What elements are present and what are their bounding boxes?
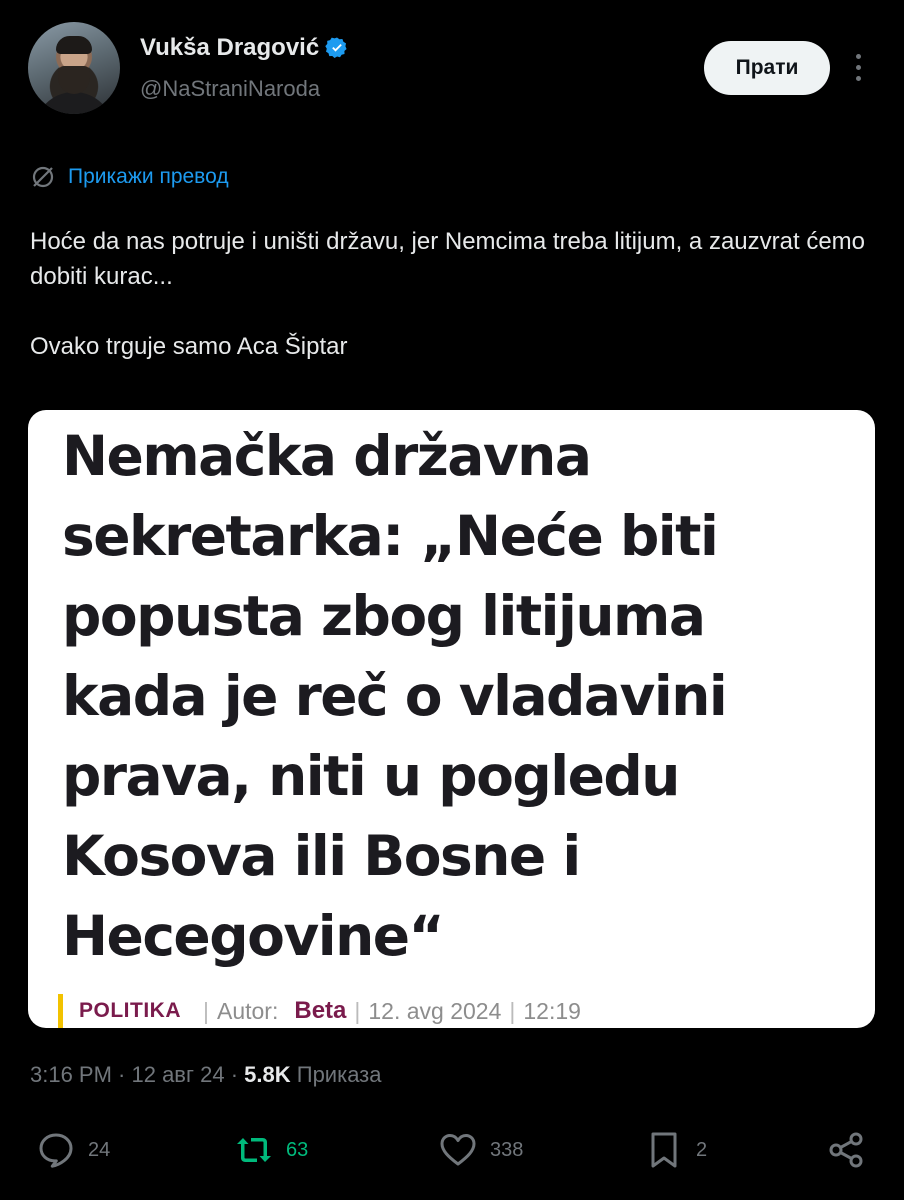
divider: | (509, 997, 516, 1024)
author-name[interactable]: Vukša Dragović (140, 34, 319, 62)
show-translation[interactable]: Прикажи превод (30, 164, 229, 190)
author-name-row[interactable]: Vukša Dragović (140, 34, 349, 62)
attached-image[interactable]: Nemačka državna sekretarka: „Neće biti p… (28, 410, 875, 1028)
section-marker (58, 994, 63, 1028)
avatar[interactable] (28, 22, 120, 114)
action-bar: 24 63 338 2 (0, 1130, 904, 1190)
tweet-timestamp: 3:16 PM · 12 авг 24 · 5.8K Приказа (30, 1062, 382, 1088)
article-author: Beta (294, 997, 347, 1024)
show-translation-link[interactable]: Прикажи превод (68, 165, 229, 189)
reply-button[interactable]: 24 (36, 1130, 110, 1170)
share-button[interactable] (826, 1130, 866, 1170)
article-time: 12:19 (523, 997, 581, 1024)
more-options-icon[interactable] (846, 50, 870, 86)
repost-icon (237, 1138, 271, 1162)
tweet-text: Hoće da nas potruje i uništi državu, jer… (30, 224, 870, 364)
views-count: 5.8K (244, 1062, 291, 1087)
divider: | (203, 997, 209, 1024)
verified-badge-icon (325, 37, 347, 58)
article-meta: POLITIKA | Autor: Beta | 12. avg 2024 | … (58, 994, 581, 1028)
divider: | (354, 997, 361, 1024)
reply-icon (39, 1133, 73, 1168)
share-icon (829, 1132, 863, 1168)
follow-button[interactable]: Прати (704, 41, 830, 95)
bookmark-button[interactable]: 2 (644, 1130, 707, 1170)
repost-count: 63 (286, 1138, 309, 1161)
article-section: POLITIKA (79, 999, 181, 1022)
like-count: 338 (490, 1138, 524, 1161)
reply-count: 24 (88, 1138, 111, 1161)
timestamp-text[interactable]: 3:16 PM · 12 авг 24 · (30, 1062, 244, 1087)
tweet-header: Vukša Dragović @NaStraniNaroda Прати (0, 0, 904, 130)
author-handle[interactable]: @NaStraniNaroda (140, 76, 320, 102)
bookmark-count: 2 (696, 1138, 708, 1161)
translate-icon (32, 166, 54, 188)
repost-button[interactable]: 63 (234, 1130, 308, 1170)
article-headline: Nemačka državna sekretarka: „Neće biti p… (62, 424, 728, 968)
author-label: Autor: (216, 997, 279, 1024)
bookmark-icon (651, 1132, 677, 1168)
article-date: 12. avg 2024 (368, 997, 502, 1024)
like-button[interactable]: 338 (438, 1130, 523, 1170)
tweet-paragraph: Hoće da nas potruje i uništi državu, jer… (30, 228, 866, 290)
heart-icon (440, 1134, 476, 1166)
tweet-paragraph: Ovako trguje samo Aca Šiptar (30, 333, 348, 360)
views-label: Приказа (290, 1062, 382, 1087)
